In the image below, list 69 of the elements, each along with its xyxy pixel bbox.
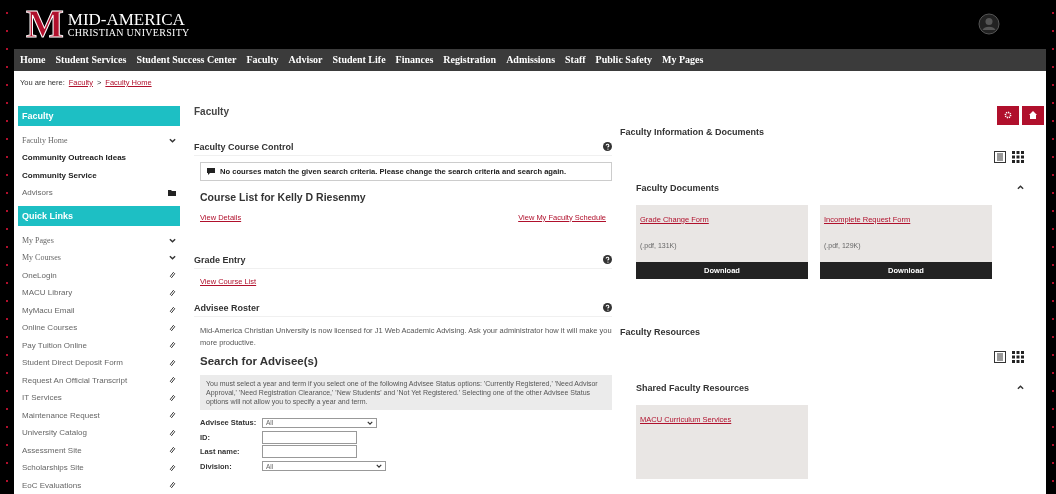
- sidebar-item[interactable]: My Courses: [18, 249, 180, 267]
- sidebar-item[interactable]: Request An Official Transcript: [18, 371, 180, 389]
- section-title: Faculty Resources: [620, 326, 702, 337]
- section-title: Advisee Roster: [194, 302, 260, 313]
- sidebar-item[interactable]: Scholarships Site: [18, 459, 180, 477]
- chevron-up-icon[interactable]: [1017, 385, 1024, 390]
- grid-view-icon[interactable]: [1012, 150, 1024, 163]
- nav-link[interactable]: Registration: [443, 54, 497, 66]
- chevron-down-icon: [376, 464, 382, 469]
- comment-icon: [207, 167, 215, 175]
- sidebar-item[interactable]: Faculty Home: [18, 131, 180, 149]
- sidebar-heading: Quick Links: [18, 205, 180, 226]
- help-icon[interactable]: [603, 142, 612, 151]
- sidebar-item[interactable]: MACU Library: [18, 284, 180, 302]
- sidebar-item[interactable]: Assessment Site: [18, 441, 180, 459]
- list-view-icon[interactable]: [994, 350, 1006, 363]
- sidebar-item[interactable]: My Pages: [18, 231, 180, 249]
- nav-link[interactable]: Home: [20, 54, 46, 66]
- logo-mark: M: [26, 5, 64, 44]
- sidebar-item[interactable]: OneLogin: [18, 266, 180, 284]
- help-icon[interactable]: [603, 255, 612, 264]
- home-button[interactable]: [1022, 105, 1044, 125]
- chevron-up-icon[interactable]: [1017, 185, 1024, 190]
- settings-button[interactable]: [997, 105, 1019, 125]
- chevron-down-icon[interactable]: [169, 137, 176, 143]
- user-avatar-icon[interactable]: [978, 13, 1000, 36]
- nav-link[interactable]: Staff: [565, 54, 586, 66]
- chevron-down-icon: [367, 420, 373, 425]
- nav-link[interactable]: My Pages: [662, 54, 704, 66]
- nav-link[interactable]: Student Success Center: [136, 54, 237, 66]
- sidebar-item[interactable]: Community Service: [18, 166, 180, 184]
- nav-link[interactable]: Public Safety: [595, 54, 652, 66]
- sidebar-item[interactable]: Advisors: [18, 184, 180, 202]
- help-icon[interactable]: [603, 303, 612, 312]
- group-title: Faculty Documents: [636, 182, 720, 193]
- nav-link[interactable]: Student Services: [55, 54, 127, 66]
- nav-link[interactable]: Student Life: [332, 54, 386, 66]
- sidebar-item[interactable]: Community Outreach Ideas: [18, 149, 180, 167]
- chevron-down-icon[interactable]: [169, 255, 176, 261]
- logo-title: MID-AMERICA: [67, 10, 186, 28]
- sidebar-item[interactable]: EoC Evaluations: [18, 476, 180, 494]
- folder-icon: [168, 189, 176, 197]
- sidebar-item[interactable]: MyMacu Email: [18, 301, 180, 319]
- sidebar-item[interactable]: University Catalog: [18, 424, 180, 442]
- nav-link[interactable]: Faculty: [246, 54, 279, 66]
- section-title: Faculty Information & Documents: [620, 126, 765, 137]
- section-title: Faculty Course Control: [194, 141, 294, 152]
- sidebar-heading: Faculty: [18, 105, 180, 126]
- input-field[interactable]: [262, 445, 357, 459]
- input-field[interactable]: [262, 430, 357, 444]
- group-title: Shared Faculty Resources: [636, 382, 750, 393]
- sidebar-item[interactable]: IT Services: [18, 389, 180, 407]
- list-view-icon[interactable]: [994, 150, 1006, 163]
- chevron-down-icon[interactable]: [169, 237, 176, 243]
- logo-subtitle: CHRISTIAN UNIVERSITY: [67, 27, 190, 38]
- sidebar-item[interactable]: Pay Tuition Online: [18, 336, 180, 354]
- grid-view-icon[interactable]: [1012, 350, 1024, 363]
- sidebar-item[interactable]: Online Courses: [18, 319, 180, 337]
- course-list-heading: Course List for Kelly D Riesenmy: [199, 190, 367, 203]
- page-title: Faculty: [194, 105, 230, 117]
- sidebar-item[interactable]: Student Direct Deposit Form: [18, 354, 180, 372]
- section-title: Grade Entry: [194, 254, 246, 265]
- nav-link[interactable]: Admissions: [506, 54, 556, 66]
- search-heading: Search for Advisee(s): [199, 354, 319, 367]
- sidebar-item[interactable]: Maintenance Request: [18, 406, 180, 424]
- gear-icon: [1004, 111, 1012, 119]
- nav-link[interactable]: Finances: [395, 54, 434, 66]
- home-icon: [1029, 111, 1037, 119]
- nav-link[interactable]: Advisor: [288, 54, 323, 66]
